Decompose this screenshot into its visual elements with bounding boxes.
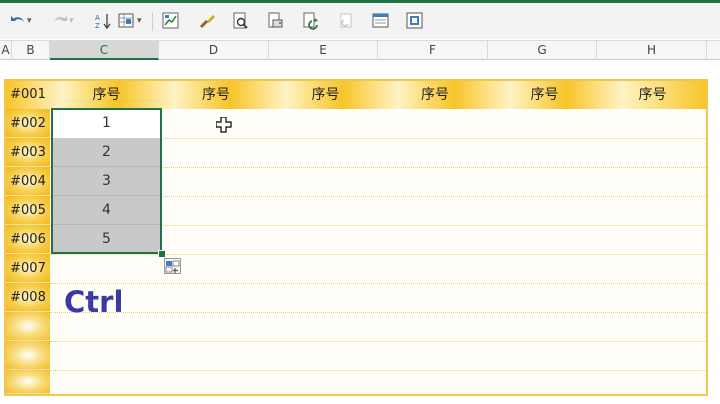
svg-text:Z: Z — [95, 22, 100, 30]
spacer-row — [0, 60, 720, 79]
column-letter: C — [99, 43, 109, 57]
row-id[interactable]: #008 — [6, 283, 50, 312]
column-header-d[interactable]: D — [159, 41, 269, 60]
cell-c6[interactable]: 5 — [52, 225, 161, 254]
chart-icon — [162, 12, 179, 29]
column-letter: G — [537, 43, 547, 57]
refresh-icon — [303, 12, 318, 30]
svg-text:A: A — [95, 14, 100, 22]
row-id-empty[interactable] — [6, 341, 50, 370]
row-divider — [50, 341, 706, 342]
format-painter-icon — [199, 15, 215, 29]
column-header-g[interactable]: G — [488, 41, 597, 60]
fill-handle[interactable] — [158, 250, 166, 258]
row-id[interactable]: #002 — [6, 109, 50, 138]
row-id[interactable]: #007 — [6, 254, 50, 283]
refresh-button[interactable] — [302, 9, 320, 33]
row-id[interactable]: #003 — [6, 138, 50, 167]
window-icon — [372, 13, 389, 28]
column-header-c[interactable]: C — [50, 41, 159, 60]
sort-button[interactable]: AZ — [94, 9, 112, 33]
column-header-b[interactable]: B — [12, 41, 50, 60]
header-cell[interactable]: 序号 — [161, 81, 271, 109]
print-preview-icon — [233, 12, 248, 29]
cursor — [215, 116, 232, 137]
filter-icon — [118, 13, 134, 28]
redo-button[interactable]: ▾ — [52, 9, 74, 33]
row-divider — [50, 254, 706, 255]
row-id-empty[interactable] — [6, 312, 50, 341]
row-divider — [50, 370, 706, 371]
copy-button[interactable] — [338, 9, 356, 33]
column-header-f[interactable]: F — [378, 41, 488, 60]
row-id-column: #002 #003 #004 #005 #006 #007 #008 — [6, 81, 50, 394]
undo-button[interactable]: ▾ — [10, 9, 32, 33]
column-header-e[interactable]: E — [269, 41, 378, 60]
chevron-down-icon: ▾ — [137, 16, 142, 26]
column-letter: H — [646, 43, 657, 57]
header-row: #001 序号 序号 序号 序号 序号 序号 — [6, 81, 706, 109]
paste-options-button[interactable] — [164, 258, 181, 274]
chevron-down-icon: ▾ — [69, 16, 74, 26]
cell-c3[interactable]: 2 — [52, 138, 161, 167]
cell-c5[interactable]: 4 — [52, 196, 161, 225]
row-divider — [50, 283, 706, 284]
print-icon — [268, 12, 283, 28]
paste-options-icon — [165, 260, 180, 273]
redo-icon — [54, 16, 67, 22]
column-header-a[interactable]: A — [0, 41, 12, 60]
column-letter: F — [429, 43, 436, 57]
undo-icon — [11, 16, 24, 22]
print-preview-button[interactable] — [232, 9, 250, 33]
cell-c4[interactable]: 3 — [52, 167, 161, 196]
row-divider — [50, 312, 706, 313]
column-header-bar: A B C D E F G H — [0, 40, 720, 60]
header-cell[interactable]: 序号 — [380, 81, 490, 109]
header-cell[interactable]: 序号 — [52, 81, 161, 109]
freeze-panes-button[interactable] — [406, 9, 424, 33]
cell-cursor-icon — [215, 116, 232, 133]
header-cell[interactable]: 序号 — [271, 81, 380, 109]
freeze-icon — [406, 12, 423, 29]
filter-button[interactable]: ▾ — [118, 9, 142, 33]
column-letter: D — [208, 43, 219, 57]
format-painter-button[interactable] — [198, 9, 216, 33]
column-letter: A — [1, 43, 10, 57]
column-letter: B — [26, 43, 35, 57]
quick-access-toolbar: ▾ ▾ AZ ▾ — [0, 3, 720, 39]
sort-icon: AZ — [95, 14, 111, 30]
print-button[interactable] — [266, 9, 284, 33]
row-id-empty[interactable] — [6, 370, 50, 394]
row-id[interactable]: #006 — [6, 225, 50, 254]
column-header-h[interactable]: H — [597, 41, 707, 60]
keyboard-hint-overlay: Ctrl — [64, 285, 124, 319]
chart-button[interactable] — [162, 9, 180, 33]
header-cell[interactable]: 序号 — [490, 81, 599, 109]
cell-c2[interactable]: 1 — [52, 109, 161, 138]
row-id[interactable]: #005 — [6, 196, 50, 225]
toolbar-separator — [152, 13, 153, 31]
row-id[interactable]: #004 — [6, 167, 50, 196]
copy-icon — [340, 13, 352, 28]
chevron-down-icon: ▾ — [27, 16, 32, 26]
spreadsheet-grid[interactable]: #001 序号 序号 序号 序号 序号 序号 #002 #003 #004 #0… — [4, 79, 708, 396]
column-letter: E — [319, 43, 327, 57]
header-cell[interactable]: 序号 — [599, 81, 706, 109]
window-button[interactable] — [372, 9, 390, 33]
